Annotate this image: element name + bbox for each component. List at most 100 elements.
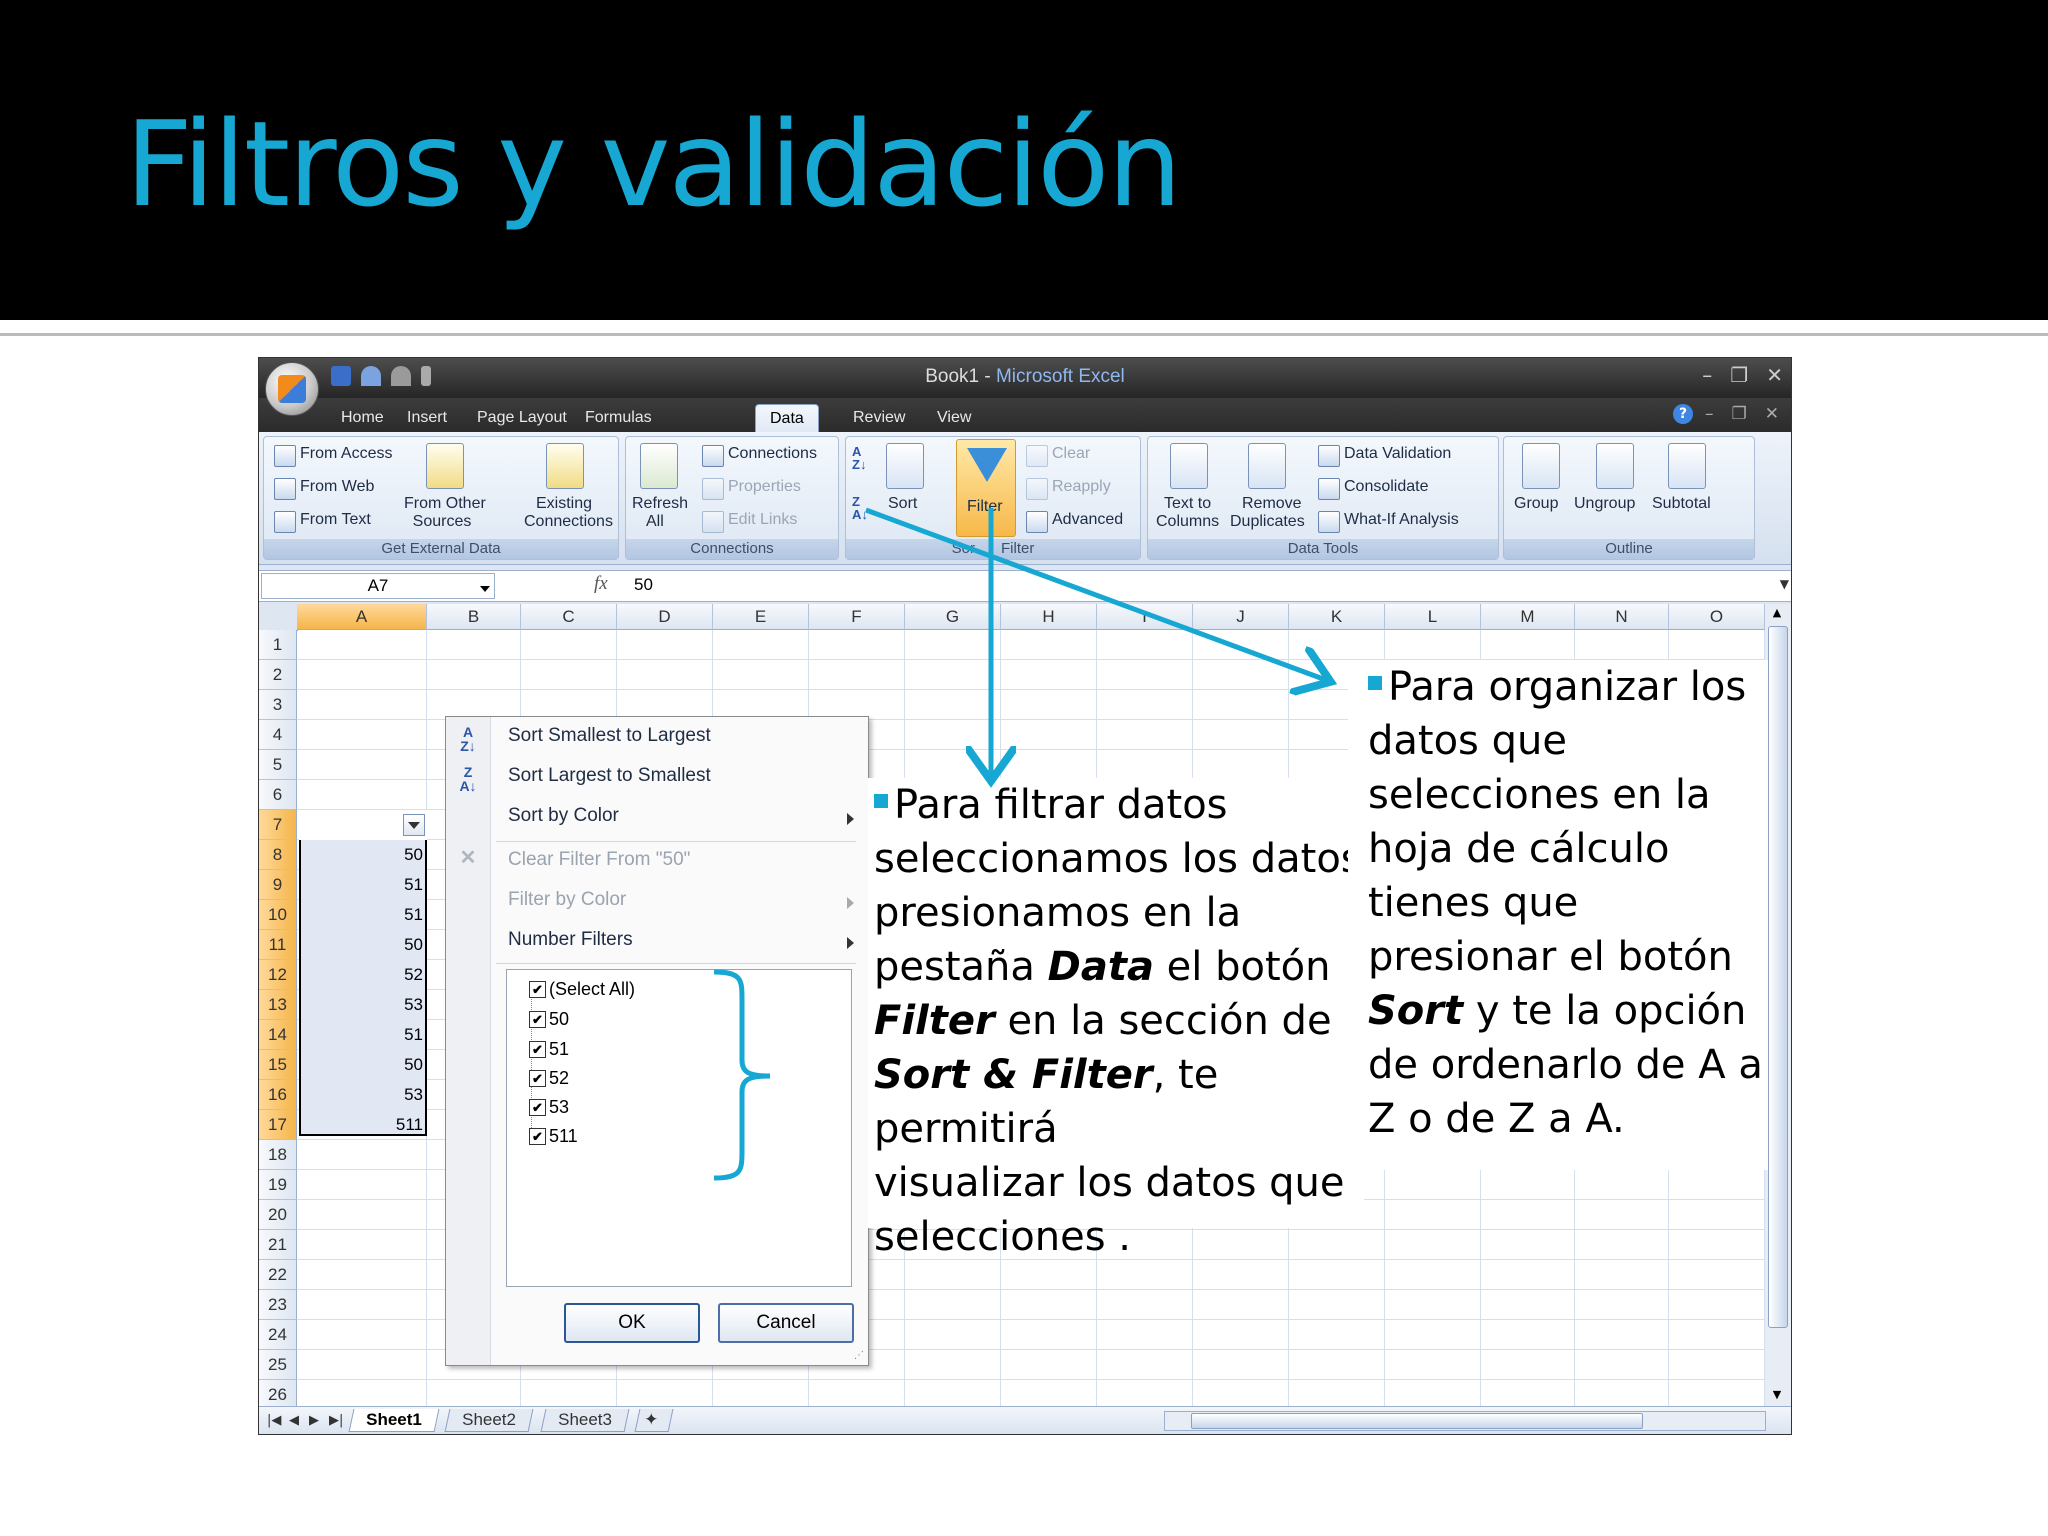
refresh-all-label-2[interactable]: All <box>646 513 664 531</box>
cell-a17[interactable]: 511 <box>299 1110 423 1140</box>
cell-a11[interactable]: 50 <box>299 930 423 960</box>
row-header[interactable]: 8 <box>259 840 297 870</box>
remove-duplicates-label-2[interactable]: Duplicates <box>1230 513 1305 531</box>
column-header[interactable]: G <box>905 604 1001 630</box>
checkbox-icon[interactable]: ✔ <box>529 1011 546 1028</box>
formula-input[interactable]: 50 <box>634 575 653 595</box>
cell-a8[interactable]: 50 <box>299 840 423 870</box>
restore-icon[interactable]: ❐ <box>1730 363 1748 387</box>
office-button[interactable] <box>265 362 319 416</box>
properties-button[interactable]: Properties <box>728 478 801 496</box>
column-header[interactable]: J <box>1193 604 1289 630</box>
chevron-down-icon[interactable] <box>480 586 490 592</box>
select-all-corner[interactable] <box>259 604 298 631</box>
checkbox-icon[interactable]: ✔ <box>529 1099 546 1116</box>
tab-page-layout[interactable]: Page Layout <box>463 404 581 432</box>
row-header[interactable]: 17 <box>259 1110 297 1140</box>
horizontal-scroll-thumb[interactable] <box>1191 1413 1643 1429</box>
workbook-close-icon[interactable]: ✕ <box>1765 404 1779 424</box>
workbook-restore-icon[interactable]: ❐ <box>1732 404 1747 424</box>
consolidate-button[interactable]: Consolidate <box>1344 478 1429 496</box>
checkbox-icon[interactable]: ✔ <box>529 1128 546 1145</box>
row-header[interactable]: 1 <box>259 630 297 660</box>
cancel-button[interactable]: Cancel <box>718 1303 854 1343</box>
tab-review[interactable]: Review <box>839 404 919 432</box>
minimize-icon[interactable]: – <box>1702 363 1712 387</box>
reapply-button[interactable]: Reapply <box>1052 478 1111 496</box>
row-header[interactable]: 13 <box>259 990 297 1020</box>
from-access-button[interactable]: From Access <box>300 445 392 463</box>
clear-button[interactable]: Clear <box>1052 445 1090 463</box>
column-header[interactable]: K <box>1289 604 1385 630</box>
checkbox-value[interactable]: ✔ 53 <box>529 1094 569 1120</box>
expand-formula-bar-icon[interactable]: ▼ <box>1780 577 1789 591</box>
existing-connections-label-1[interactable]: Existing <box>524 495 604 513</box>
menu-filter-by-color[interactable]: Filter by Color <box>508 889 626 911</box>
column-header[interactable]: E <box>713 604 809 630</box>
cell-a13[interactable]: 53 <box>299 990 423 1020</box>
ok-button[interactable]: OK <box>564 1303 700 1343</box>
name-box[interactable]: A7 <box>261 573 495 599</box>
vertical-scrollbar[interactable]: ▲ ▼ <box>1765 604 1791 1406</box>
sheet-tab-2[interactable]: Sheet2 <box>444 1409 534 1432</box>
column-header[interactable]: F <box>809 604 905 630</box>
cell-a14[interactable]: 51 <box>299 1020 423 1050</box>
column-header[interactable]: B <box>427 604 521 630</box>
cell-a15[interactable]: 50 <box>299 1050 423 1080</box>
from-other-sources-label-2[interactable]: Sources <box>402 513 482 531</box>
remove-duplicates-label-1[interactable]: Remove <box>1242 495 1302 513</box>
column-header[interactable]: C <box>521 604 617 630</box>
what-if-analysis-button[interactable]: What-If Analysis <box>1344 511 1459 529</box>
menu-sort-by-color[interactable]: Sort by Color <box>508 805 619 827</box>
scroll-down-icon[interactable]: ▼ <box>1768 1388 1786 1404</box>
cell-a10[interactable]: 51 <box>299 900 423 930</box>
column-header[interactable]: I <box>1097 604 1193 630</box>
checkbox-value[interactable]: ✔ 511 <box>529 1123 578 1149</box>
sort-z-to-a-icon[interactable]: Z A↓ <box>852 495 868 521</box>
column-header[interactable]: N <box>1575 604 1669 630</box>
row-header[interactable]: 11 <box>259 930 297 960</box>
cell-a9[interactable]: 51 <box>299 870 423 900</box>
column-header[interactable]: H <box>1001 604 1097 630</box>
filter-button[interactable]: Filter <box>956 439 1016 537</box>
text-to-columns-label-2[interactable]: Columns <box>1156 513 1219 531</box>
insert-sheet-icon[interactable]: ✦ <box>634 1409 674 1432</box>
checkbox-icon[interactable]: ✔ <box>529 1070 546 1087</box>
scroll-up-icon[interactable]: ▲ <box>1768 606 1786 622</box>
edit-links-button[interactable]: Edit Links <box>728 511 797 529</box>
autofilter-dropdown-button[interactable] <box>403 814 425 836</box>
row-header[interactable]: 6 <box>259 780 297 810</box>
column-header[interactable]: M <box>1481 604 1575 630</box>
column-header[interactable]: D <box>617 604 713 630</box>
row-header[interactable]: 7 <box>259 810 297 840</box>
sort-a-to-z-icon[interactable]: A Z↓ <box>852 445 866 471</box>
tab-insert[interactable]: Insert <box>393 404 461 432</box>
scroll-thumb[interactable] <box>1768 626 1788 1328</box>
column-header[interactable]: A <box>297 604 427 630</box>
row-header[interactable]: 10 <box>259 900 297 930</box>
help-icon[interactable]: ? <box>1673 404 1693 424</box>
menu-number-filters[interactable]: Number Filters <box>508 929 633 951</box>
row-header[interactable]: 9 <box>259 870 297 900</box>
sort-button[interactable]: Sort <box>888 495 917 513</box>
row-header[interactable]: 2 <box>259 660 297 690</box>
from-web-button[interactable]: From Web <box>300 478 374 496</box>
from-other-sources-label-1[interactable]: From Other <box>404 495 486 513</box>
prev-sheet-icon[interactable]: ◀ <box>289 1413 299 1428</box>
menu-sort-descending[interactable]: Sort Largest to Smallest <box>508 765 711 787</box>
row-header[interactable]: 25 <box>259 1350 297 1380</box>
row-header[interactable]: 5 <box>259 750 297 780</box>
resize-grip-icon[interactable]: ⋰ <box>854 1350 864 1361</box>
tab-home[interactable]: Home <box>327 404 398 432</box>
checkbox-value[interactable]: ✔ 52 <box>529 1065 569 1091</box>
filter-value-list[interactable]: ✔ (Select All) ✔ 50 ✔ 51 ✔ 52 ✔ 53 ✔ 511 <box>506 969 852 1287</box>
row-header[interactable]: 22 <box>259 1260 297 1290</box>
row-header[interactable]: 24 <box>259 1320 297 1350</box>
tab-formulas[interactable]: Formulas <box>571 404 666 432</box>
last-sheet-icon[interactable]: ▶| <box>329 1413 343 1428</box>
row-header[interactable]: 18 <box>259 1140 297 1170</box>
checkbox-select-all[interactable]: ✔ (Select All) <box>529 976 635 1002</box>
menu-clear-filter[interactable]: Clear Filter From "50" <box>508 849 690 871</box>
row-header[interactable]: 16 <box>259 1080 297 1110</box>
column-header[interactable]: O <box>1669 604 1765 630</box>
